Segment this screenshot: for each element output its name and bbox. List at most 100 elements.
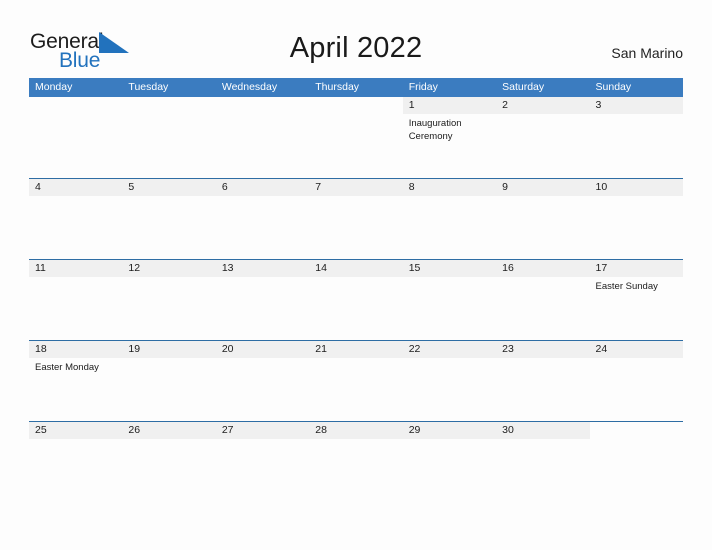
day-number: 9: [502, 181, 508, 193]
day-number-band: [29, 179, 123, 196]
calendar-weeks: 1 Inauguration Ceremony 2 3 4 5 6 7 8 9 10 11 12 13 14 1…: [29, 97, 683, 502]
calendar-day-cell[interactable]: 27: [215, 422, 310, 502]
day-number-band: [402, 179, 497, 196]
day-number: 1: [408, 99, 415, 111]
calendar-day-cell[interactable]: 3: [589, 97, 683, 178]
calendar-day-cell-empty: [29, 97, 122, 178]
day-number: 18: [35, 343, 47, 355]
calendar-grid: Monday Tuesday Wednesday Thursday Friday…: [29, 78, 683, 502]
day-number: 23: [502, 343, 514, 355]
day-number-band: [29, 97, 122, 114]
day-number: 5: [128, 181, 135, 193]
calendar-day-cell[interactable]: 28: [309, 422, 403, 502]
day-number: 20: [221, 343, 234, 355]
calendar-day-cell[interactable]: 29: [402, 422, 497, 502]
day-number-band: [309, 97, 402, 114]
calendar-day-cell-empty: [590, 422, 683, 502]
calendar-day-cell[interactable]: 30: [496, 422, 590, 502]
day-number: 21: [315, 343, 327, 355]
day-number-band: [309, 179, 403, 196]
day-number: 25: [35, 424, 47, 436]
day-events: Easter Monday: [35, 361, 118, 374]
calendar-day-cell[interactable]: 7: [309, 179, 403, 259]
day-number-band: [215, 179, 310, 196]
day-number-band: [496, 179, 590, 196]
calendar-day-cell[interactable]: 2: [496, 97, 590, 178]
calendar-day-cell[interactable]: 10: [589, 179, 683, 259]
weekday-header-wednesday: Wednesday: [221, 81, 278, 93]
day-number: 15: [408, 262, 421, 274]
calendar-day-cell[interactable]: 24: [589, 341, 683, 421]
calendar-day-cell[interactable]: 25: [29, 422, 123, 502]
day-events: Easter Sunday: [596, 280, 679, 293]
day-number: 14: [315, 262, 327, 274]
calendar-day-cell[interactable]: 6: [215, 179, 310, 259]
calendar-day-cell[interactable]: 20: [215, 341, 310, 421]
day-event-label: Ceremony: [408, 131, 453, 142]
calendar-day-cell[interactable]: 11: [29, 260, 123, 340]
calendar-day-cell[interactable]: 4: [29, 179, 123, 259]
day-number-band: [122, 179, 216, 196]
day-event-label: Inauguration: [408, 118, 462, 129]
day-events: Inauguration Ceremony: [409, 117, 492, 143]
day-number: 11: [35, 262, 46, 274]
calendar-day-cell[interactable]: 23: [496, 341, 590, 421]
calendar-day-cell[interactable]: 12: [122, 260, 216, 340]
day-number: 27: [221, 424, 234, 436]
day-number: 30: [502, 424, 514, 436]
weekday-header-tuesday: Tuesday: [128, 81, 169, 93]
calendar-week-row: 18 Easter Monday 19 20 21 22 23 24: [29, 340, 683, 421]
day-number-band: [402, 97, 497, 114]
weekday-header-thursday: Thursday: [315, 81, 360, 93]
calendar-week-row: 25 26 27 28 29 30: [29, 421, 683, 502]
day-event-label: Easter Monday: [35, 362, 99, 373]
day-number: 19: [128, 343, 141, 355]
day-number: 4: [35, 181, 41, 193]
calendar-day-cell[interactable]: 14: [309, 260, 403, 340]
day-number: 6: [221, 181, 228, 193]
weekday-header-saturday: Saturday: [502, 81, 545, 93]
day-number: 2: [502, 99, 508, 111]
day-number-band: [216, 97, 309, 114]
day-number: 3: [595, 99, 602, 111]
calendar-week-row: 1 Inauguration Ceremony 2 3: [29, 97, 683, 178]
day-number: 10: [595, 181, 608, 193]
calendar-day-cell[interactable]: 18 Easter Monday: [29, 341, 123, 421]
calendar-day-cell[interactable]: 26: [122, 422, 216, 502]
day-number: 13: [221, 262, 234, 274]
day-number: 17: [595, 262, 608, 274]
day-number: 7: [315, 181, 322, 193]
day-number-band: [590, 422, 683, 439]
day-number: 26: [128, 424, 141, 436]
calendar-day-cell-empty: [309, 97, 402, 178]
day-number-band: [122, 97, 215, 114]
day-number: 8: [408, 181, 415, 193]
weekday-header-friday: Friday: [408, 81, 438, 93]
calendar-day-cell[interactable]: 8: [402, 179, 497, 259]
day-number: 29: [408, 424, 421, 436]
weekday-header-monday: Monday: [35, 81, 73, 93]
page-header: General Blue April 2022 San Marino: [0, 0, 712, 78]
calendar-page: General Blue April 2022 San Marino Monda…: [0, 0, 712, 550]
region-label: San Marino: [611, 45, 683, 61]
day-number: 12: [128, 262, 141, 274]
calendar-day-cell-empty: [216, 97, 309, 178]
day-number: 24: [595, 343, 608, 355]
calendar-day-cell[interactable]: 9: [496, 179, 590, 259]
calendar-week-row: 4 5 6 7 8 9 10: [29, 178, 683, 259]
calendar-day-cell[interactable]: 5: [122, 179, 216, 259]
calendar-day-cell[interactable]: 1 Inauguration Ceremony: [402, 97, 497, 178]
weekday-header-sunday: Sunday: [595, 81, 632, 93]
calendar-day-cell[interactable]: 21: [309, 341, 403, 421]
calendar-day-cell[interactable]: 13: [215, 260, 310, 340]
calendar-day-cell[interactable]: 22: [402, 341, 497, 421]
calendar-day-cell-empty: [122, 97, 215, 178]
day-number: 16: [502, 262, 514, 274]
calendar-day-cell[interactable]: 16: [496, 260, 590, 340]
calendar-day-cell[interactable]: 15: [402, 260, 497, 340]
day-event-label: Easter Sunday: [595, 281, 658, 292]
calendar-day-cell[interactable]: 17 Easter Sunday: [589, 260, 683, 340]
day-number-band: [589, 97, 683, 114]
calendar-day-cell[interactable]: 19: [122, 341, 216, 421]
calendar-week-row: 11 12 13 14 15 16 17 Easter Sunday: [29, 259, 683, 340]
